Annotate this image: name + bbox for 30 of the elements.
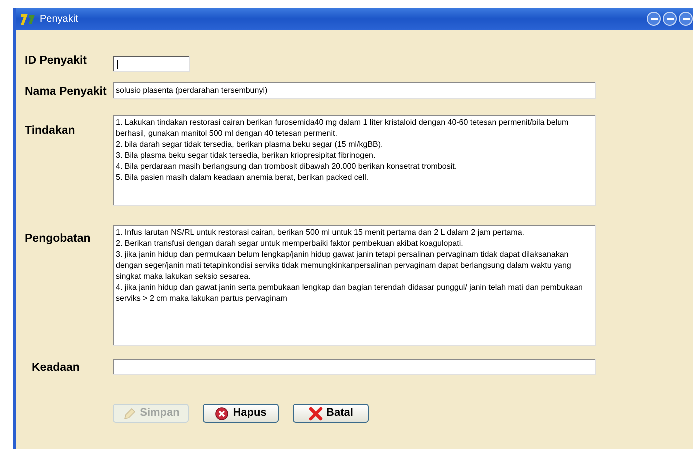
minimize-button[interactable] xyxy=(647,12,661,26)
text-line: 3. jika janin hidup dan permukaan belum lengkap/janin hidup gawat janin tetapi persalinan pervaginam tidak dapat dilaksanakan dengan seger/janin mati tetapinkondisi serviks tidak memungkinkanpersalinan pervaginam dapat berlangsung dalam waktu yang singkat maka lakukan seksio sesarea. xyxy=(116,249,572,282)
window-title: Penyakit xyxy=(40,12,78,26)
text-cursor xyxy=(117,60,118,68)
text-line: 1. Lakukan tindakan restorasi cairan berikan furosemida40 mg dalam 1 liter kristaloid dengan 40-60 tetesan permenit/bila belum berhasil, gunakan manitol 500 ml dengan 40 tetesan permenit. xyxy=(116,117,570,139)
text-line: 5. Bila pasien masih dalam keadaan anemia berat, berikan packed cell. xyxy=(116,172,370,183)
stop-icon xyxy=(215,406,230,420)
field-label: Pengobatan xyxy=(25,232,91,247)
pencil-icon xyxy=(122,406,136,420)
cross-icon xyxy=(308,406,323,420)
close-button[interactable] xyxy=(679,12,693,26)
field-label: Keadaan xyxy=(32,361,80,376)
text-line: 4. Bila perdaraan masih berlangsung dan trombosit dibawah 20.000 berikan konsetrat trombosit. xyxy=(116,161,458,172)
text-line: 3. Bila plasma beku segar tidak tersedia, berikan kriopresipitat fibrinogen. xyxy=(116,150,377,161)
field-label: Nama Penyakit xyxy=(25,85,107,100)
maximize-button[interactable] xyxy=(663,12,677,26)
action-button[interactable]: Hapus xyxy=(203,404,279,423)
input-field[interactable] xyxy=(113,56,190,72)
input-field[interactable] xyxy=(113,359,596,375)
input-field[interactable]: solusio plasenta (perdarahan tersembunyi) xyxy=(113,82,596,99)
text-line: 1. Infus larutan NS/RL untuk restorasi cairan, berikan 500 ml untuk 15 menit pertama dan 2 L dalam 2 jam pertama. xyxy=(116,227,526,238)
text-line: 4. jika janin hidup dan gawat janin serta pembukaan lengkap dan bagian terendah didasar punggul/ janin telah mati dan pembukaan serviks > 2 cm maka lakukan partus pervaginam xyxy=(116,282,584,304)
text-line: 2. bila darah segar tidak tersedia, berikan plasma beku segar (15 ml/kgBB). xyxy=(116,139,384,150)
action-button[interactable]: Batal xyxy=(293,404,369,423)
text-area[interactable] xyxy=(113,115,596,206)
text-line: 2. Berikan transfusi dengan darah segar untuk memperbaiki faktor pembekuan akibat koagulopati. xyxy=(116,238,464,249)
text-area[interactable] xyxy=(113,225,596,346)
field-label: Tindakan xyxy=(25,124,76,139)
field-label: ID Penyakit xyxy=(25,54,87,69)
app-icon xyxy=(20,12,36,26)
